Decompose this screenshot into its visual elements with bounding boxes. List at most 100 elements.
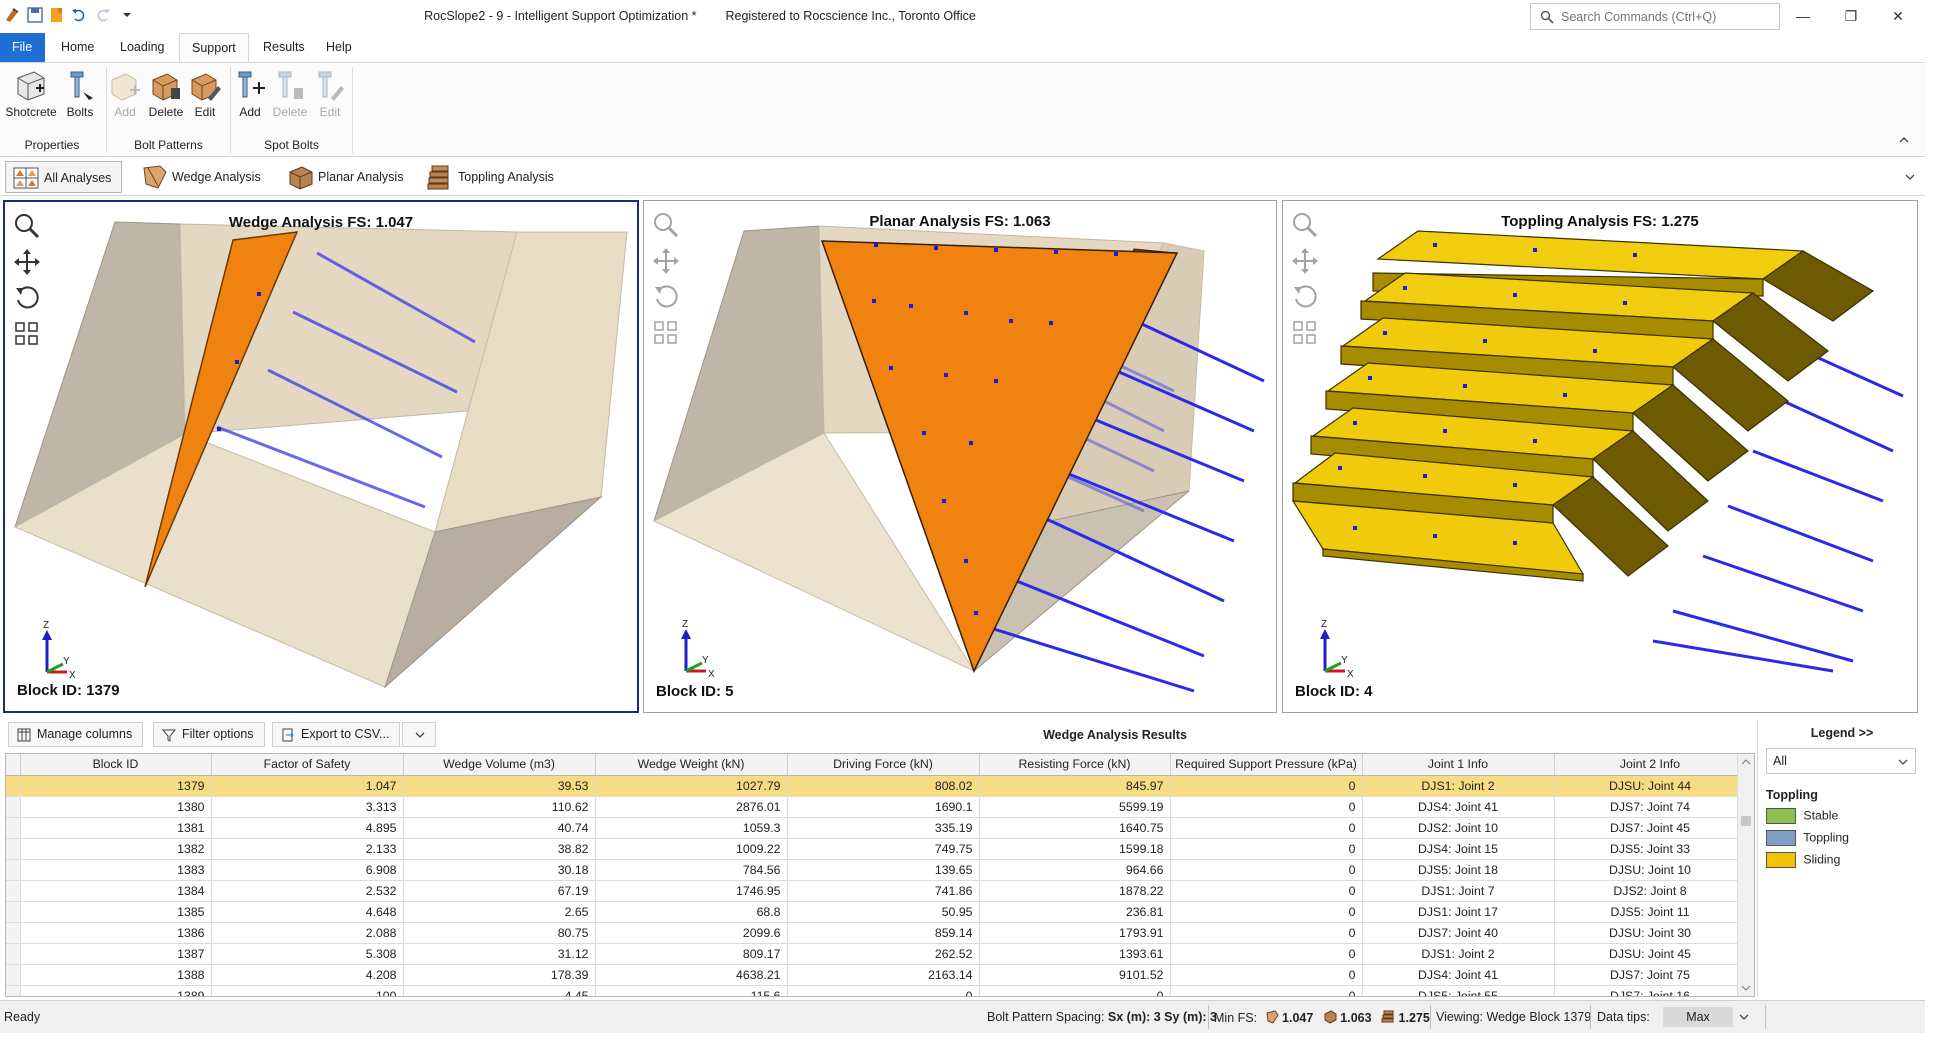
table-cell[interactable]: DJS2: Joint 10 [1362, 817, 1555, 839]
table-cell[interactable]: 3.313 [211, 796, 404, 818]
table-cell[interactable]: DJS7: Joint 45 [1554, 817, 1747, 839]
table-cell[interactable]: 784.56 [595, 859, 788, 881]
row-header[interactable] [6, 796, 21, 818]
tab-loading[interactable]: Loading [108, 33, 177, 62]
table-cell[interactable]: 4.895 [211, 817, 404, 839]
table-cell[interactable]: 115.6 [595, 985, 788, 996]
table-row[interactable]: 1384 2.532 67.19 1746.95 741.86 1878.22 0 DJS1:… [6, 880, 1747, 902]
table-cell[interactable]: DJSU: Joint 30 [1554, 922, 1747, 944]
table-cell[interactable]: 2163.14 [787, 964, 980, 986]
tab-all-analyses[interactable]: All Analyses [5, 161, 123, 193]
table-cell[interactable]: 40.74 [403, 817, 596, 839]
table-cell[interactable]: 1388 [20, 964, 212, 986]
restore-button[interactable]: ❐ [1831, 3, 1871, 29]
table-cell[interactable]: DJS1: Joint 17 [1362, 901, 1555, 923]
row-header[interactable] [6, 880, 21, 902]
row-header[interactable] [6, 985, 21, 996]
table-cell[interactable]: DJS7: Joint 40 [1362, 922, 1555, 944]
table-cell[interactable]: 5599.19 [979, 796, 1171, 818]
column-header[interactable]: Wedge Volume (m3) [403, 754, 596, 776]
row-header[interactable] [6, 943, 21, 965]
table-cell[interactable]: 68.8 [595, 901, 788, 923]
table-cell[interactable]: 38.82 [403, 838, 596, 860]
tab-wedge-analysis[interactable]: Wedge Analysis [134, 161, 271, 193]
table-cell[interactable]: 1383 [20, 859, 212, 881]
row-header[interactable] [6, 817, 21, 839]
table-cell[interactable]: DJS5: Joint 33 [1554, 838, 1747, 860]
scroll-down-icon[interactable] [1738, 982, 1754, 994]
table-cell[interactable]: DJS1: Joint 7 [1362, 880, 1555, 902]
table-row[interactable]: 1381 4.895 40.74 1059.3 335.19 1640.75 0 DJS2: … [6, 817, 1747, 839]
column-header[interactable]: Joint 2 Info [1554, 754, 1747, 776]
table-cell[interactable]: 4.648 [211, 901, 404, 923]
table-cell[interactable]: DJSU: Joint 45 [1554, 943, 1747, 965]
search-commands-input[interactable] [1561, 8, 1771, 26]
toppling-3d-scene[interactable] [1283, 201, 1918, 713]
table-cell[interactable]: 1059.3 [595, 817, 788, 839]
table-cell[interactable]: 0 [1170, 859, 1363, 881]
table-row[interactable]: 1382 2.133 38.82 1009.22 749.75 1599.18 0 DJS4:… [6, 838, 1747, 860]
table-cell[interactable]: 1009.22 [595, 838, 788, 860]
table-cell[interactable]: 178.39 [403, 964, 596, 986]
tab-help[interactable]: Help [314, 33, 364, 62]
table-row[interactable]: 1389 100 4.45 115.6 0 0 0 DJS5: Joint 55 DJS7: J… [6, 985, 1747, 996]
wedge-analysis-view[interactable]: Wedge Analysis FS: 1.047 Block ID: 1379 … [3, 200, 639, 713]
table-cell[interactable]: 0 [1170, 817, 1363, 839]
table-cell[interactable]: 1385 [20, 901, 212, 923]
table-cell[interactable]: 0 [1170, 964, 1363, 986]
shotcrete-button[interactable]: Shotcrete [5, 68, 57, 119]
column-header[interactable]: Block ID [20, 754, 212, 776]
table-cell[interactable]: 30.18 [403, 859, 596, 881]
collapse-ribbon-icon[interactable] [1898, 135, 1910, 145]
table-cell[interactable]: 1640.75 [979, 817, 1171, 839]
tab-support[interactable]: Support [179, 33, 249, 62]
planar-analysis-view[interactable]: Planar Analysis FS: 1.063 Block ID: 5 Z … [643, 200, 1277, 713]
zoom-icon[interactable] [13, 212, 41, 240]
column-header[interactable]: Factor of Safety [211, 754, 404, 776]
table-cell[interactable]: 1690.1 [787, 796, 980, 818]
table-cell[interactable]: 6.908 [211, 859, 404, 881]
table-cell[interactable]: 262.52 [787, 943, 980, 965]
table-cell[interactable]: 4.45 [403, 985, 596, 996]
table-cell[interactable]: 1381 [20, 817, 212, 839]
table-row[interactable]: 1388 4.208 178.39 4638.21 2163.14 9101.52 0 DJS… [6, 964, 1747, 986]
zoom-icon[interactable] [1291, 211, 1319, 239]
table-cell[interactable]: 1599.18 [979, 838, 1171, 860]
rotate-icon[interactable] [1291, 283, 1319, 311]
table-cell[interactable]: 2.133 [211, 838, 404, 860]
table-cell[interactable]: 1382 [20, 838, 212, 860]
export-dropdown-button[interactable] [402, 722, 436, 747]
bolt-pattern-add-button[interactable]: Add [103, 68, 147, 119]
table-cell[interactable]: 236.81 [979, 901, 1171, 923]
table-cell[interactable]: 1793.91 [979, 922, 1171, 944]
rotate-icon[interactable] [13, 284, 41, 312]
row-header[interactable] [6, 922, 21, 944]
column-header[interactable]: Required Support Pressure (kPa) [1170, 754, 1363, 776]
close-button[interactable]: ✕ [1878, 3, 1918, 29]
table-cell[interactable]: DJS4: Joint 15 [1362, 838, 1555, 860]
table-cell[interactable]: 4638.21 [595, 964, 788, 986]
table-cell[interactable]: 1746.95 [595, 880, 788, 902]
table-cell[interactable]: DJS4: Joint 41 [1362, 796, 1555, 818]
table-cell[interactable]: 1380 [20, 796, 212, 818]
export-csv-button[interactable]: Export to CSV... [272, 722, 401, 747]
table-cell[interactable]: 2.65 [403, 901, 596, 923]
zoom-icon[interactable] [652, 211, 680, 239]
table-cell[interactable]: 39.53 [403, 775, 596, 797]
table-cell[interactable]: 9101.52 [979, 964, 1171, 986]
table-cell[interactable]: DJS7: Joint 74 [1554, 796, 1747, 818]
table-cell[interactable]: 0 [1170, 922, 1363, 944]
wedge-3d-scene[interactable] [5, 202, 639, 713]
zoom-extents-icon[interactable] [1291, 319, 1319, 347]
toppling-analysis-view[interactable]: Toppling Analysis FS: 1.275 Block ID: 4 … [1282, 200, 1918, 713]
legend-filter-select[interactable]: All [1766, 748, 1916, 774]
row-header[interactable] [6, 901, 21, 923]
table-cell[interactable]: DJS7: Joint 75 [1554, 964, 1747, 986]
bolts-button[interactable]: Bolts [58, 68, 102, 119]
table-cell[interactable]: 1393.61 [979, 943, 1171, 965]
row-header[interactable] [6, 964, 21, 986]
column-header[interactable]: Driving Force (kN) [787, 754, 980, 776]
table-cell[interactable]: DJS4: Joint 41 [1362, 964, 1555, 986]
table-cell[interactable]: 67.19 [403, 880, 596, 902]
rotate-icon[interactable] [652, 283, 680, 311]
